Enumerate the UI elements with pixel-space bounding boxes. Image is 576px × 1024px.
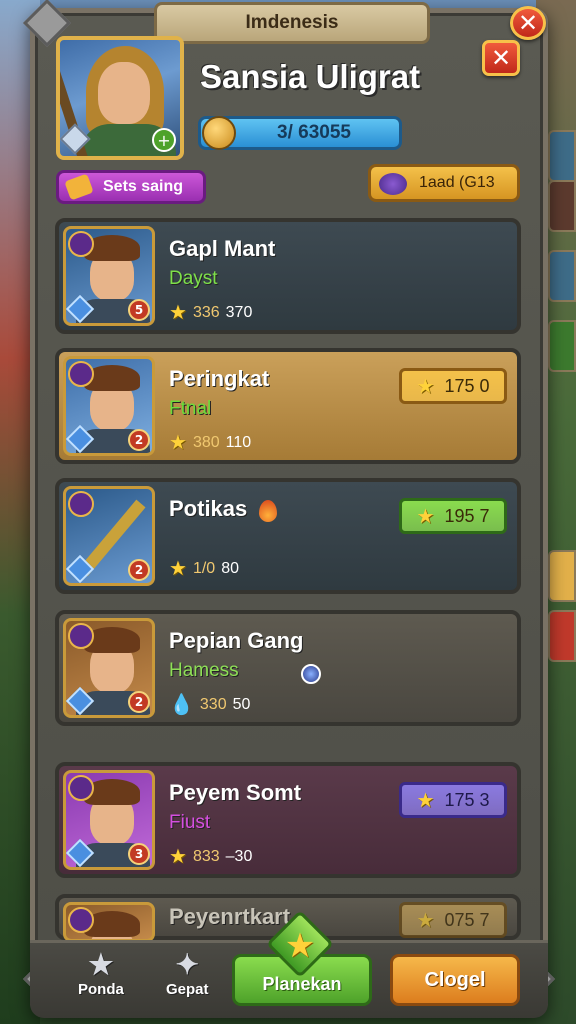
card-subtitle: Hamess: [169, 660, 239, 681]
card-title: Potikas: [169, 496, 248, 521]
card-stats: ★ 1/0 80: [169, 556, 239, 581]
card-subtitle: Ftnal: [169, 398, 212, 419]
character-portrait: 5: [63, 226, 155, 326]
sets-button[interactable]: Sets saing: [56, 170, 206, 204]
potion-icon: [379, 173, 407, 195]
star-icon: ★: [169, 302, 187, 324]
card-title: Gapl Mant: [169, 236, 276, 261]
level-badge: 2: [128, 429, 150, 451]
stat-value: 833: [192, 847, 220, 865]
character-portrait: 2: [63, 618, 155, 718]
side-tab[interactable]: [548, 180, 576, 232]
card-title: Peyenrtkart: [169, 904, 291, 929]
stat-extra: –30: [225, 847, 253, 865]
character-portrait: 2: [63, 486, 155, 586]
reward-value: 175 3: [444, 789, 490, 810]
rank-icon: [68, 623, 94, 649]
scroll-icon: [64, 173, 94, 201]
orb-icon: [301, 664, 321, 684]
card-stats: ★ 380 110: [169, 430, 251, 455]
card-title: Pepian Gang: [169, 628, 304, 653]
side-tab[interactable]: [548, 130, 576, 182]
level-badge: 2: [128, 691, 150, 713]
reward-value: 175 0: [444, 375, 490, 396]
reward-value: 075 7: [444, 909, 490, 930]
reward-button[interactable]: ★ 175 3: [399, 782, 507, 818]
stat-value: 380: [192, 433, 220, 451]
character-portrait: 2: [63, 356, 155, 456]
star-icon: ★: [416, 505, 435, 528]
reward-button[interactable]: ★ 175 0: [399, 368, 507, 404]
card-title: Peringkat: [169, 366, 270, 391]
star-icon: ★: [284, 926, 316, 966]
nav-gepat[interactable]: ✦ Gepat: [166, 948, 209, 998]
star-icon: ★: [169, 558, 187, 580]
stat-value: 336: [192, 303, 220, 321]
character-portrait: 3: [63, 770, 155, 870]
card-stats: ★ 833 –30: [169, 844, 252, 869]
close-icon[interactable]: ✕: [510, 6, 546, 40]
fire-icon: [259, 500, 277, 522]
card-stats: 💧 330 50: [169, 692, 250, 717]
card-title: Peyem Somt: [169, 780, 302, 805]
stat-extra: 370: [225, 303, 253, 321]
side-tab[interactable]: [548, 610, 576, 662]
stat-value: 330: [199, 695, 227, 713]
rank-icon: [68, 775, 94, 801]
quest-card[interactable]: 2 Potikas ★ 1/0 80 ★ 195 7: [55, 478, 521, 594]
star-icon: ★: [416, 909, 435, 932]
star-icon: ★: [416, 789, 435, 812]
star-icon: ★: [169, 432, 187, 454]
card-subtitle: Fiust: [169, 812, 211, 833]
quest-card[interactable]: 2 Peringkat Ftnal ★ 380 110 ★ 175 0: [55, 348, 521, 464]
stat-value: 1/0: [192, 559, 216, 577]
side-tab[interactable]: [548, 550, 576, 602]
rank-icon: [68, 231, 94, 257]
clogel-button[interactable]: Clogel: [390, 954, 520, 1006]
reward-button[interactable]: ★ 195 7: [399, 498, 507, 534]
card-stats: ★ 336 370: [169, 300, 252, 325]
quest-card[interactable]: 5 Gapl Mant Dayst ★ 336 370: [55, 218, 521, 334]
star-icon: ★: [169, 846, 187, 868]
side-tab[interactable]: [548, 250, 576, 302]
level-badge: 5: [128, 299, 150, 321]
hero-name: Sansia Uligrat: [200, 58, 421, 95]
rank-icon: [68, 361, 94, 387]
window-title: Imdenesis: [154, 2, 430, 44]
reward-button[interactable]: ★ 075 7: [399, 902, 507, 938]
star-icon: ★: [88, 949, 114, 980]
stat-extra: 50: [232, 695, 251, 713]
side-tab[interactable]: [548, 320, 576, 372]
stat-extra: 110: [225, 433, 252, 451]
reward-value: 195 7: [444, 505, 490, 526]
water-drop-icon: 💧: [169, 694, 194, 716]
hero-avatar[interactable]: +: [56, 36, 184, 160]
plus-icon: +: [152, 128, 176, 152]
card-subtitle: Dayst: [169, 268, 218, 289]
star-plus-icon: ✦: [175, 949, 199, 980]
stat-extra: 80: [221, 559, 239, 577]
rank-icon: [68, 907, 94, 933]
level-badge: 2: [128, 559, 150, 581]
sword-coin-icon: [202, 116, 236, 150]
currency-display[interactable]: 1aad (G13: [368, 164, 520, 202]
star-icon: ★: [416, 375, 435, 398]
nav-ponda[interactable]: ★ Ponda: [78, 948, 124, 998]
level-badge: 3: [128, 843, 150, 865]
rank-icon: [68, 491, 94, 517]
quest-card[interactable]: 2 Pepian Gang Hamess 💧 330 50: [55, 610, 521, 726]
close-button[interactable]: ✕: [482, 40, 520, 76]
quest-card[interactable]: 3 Peyem Somt Fiust ★ 833 –30 ★ 175 3: [55, 762, 521, 878]
character-portrait: [63, 902, 155, 942]
